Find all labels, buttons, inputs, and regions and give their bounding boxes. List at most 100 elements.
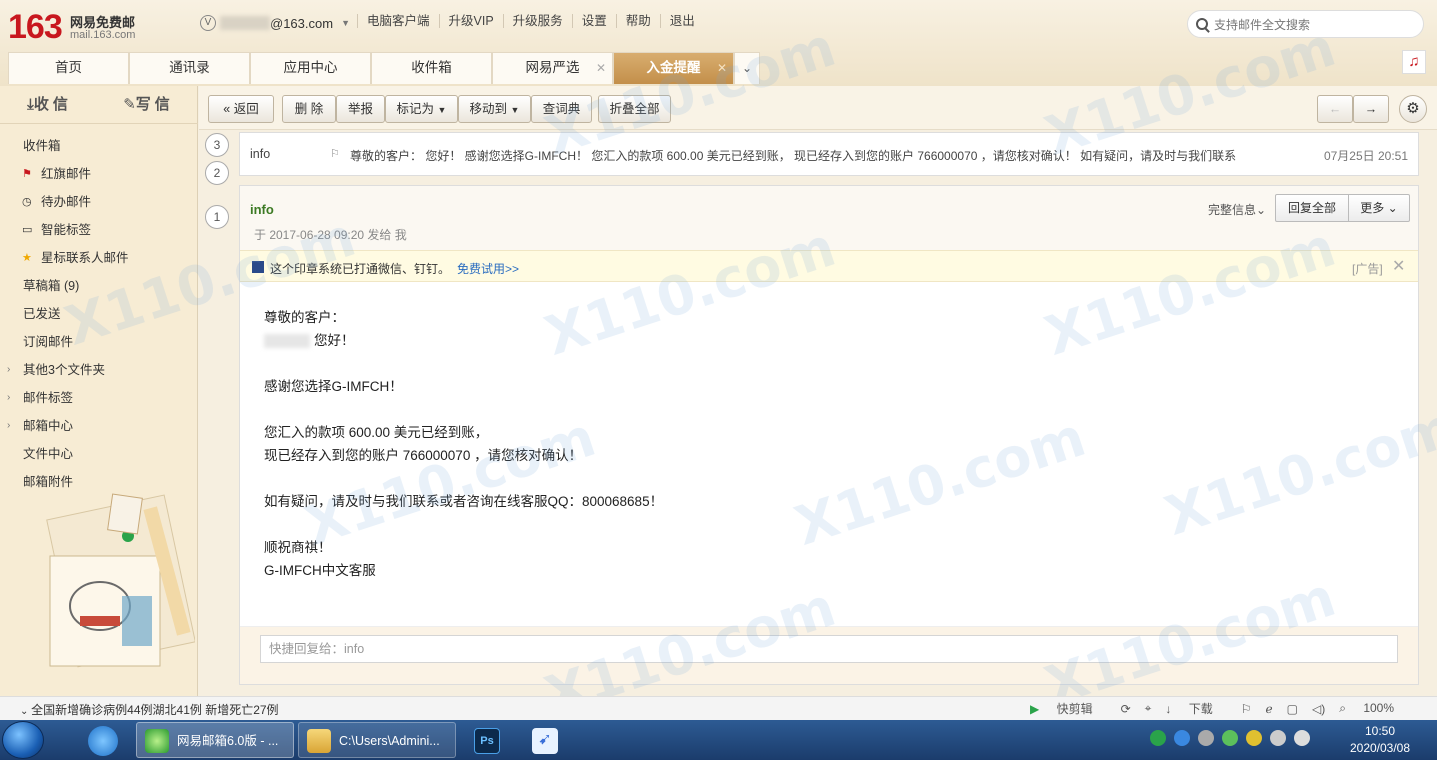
nav-upgrade-vip[interactable]: 升级VIP [438, 14, 503, 28]
music-icon[interactable]: ♫ [1402, 50, 1426, 74]
nav-logout[interactable]: 退出 [659, 14, 704, 28]
back-button[interactable]: « 返回 [208, 95, 274, 123]
tray-display-icon[interactable] [1294, 730, 1310, 746]
tab-more-chevron-icon[interactable]: ⌄ [734, 52, 760, 84]
mail-thread: 3 2 1 info ⚐ 尊敬的客户： 您好！ 感谢您选择G-IMFCH！ 您汇… [199, 130, 1437, 696]
zoom-level[interactable]: ⌕ 100% [1339, 701, 1408, 716]
sidebar-item-sent[interactable]: 已发送 [0, 300, 198, 328]
thread-index-1[interactable]: 1 [205, 205, 229, 229]
quick-reply-input[interactable]: 快捷回复给：info [260, 635, 1398, 663]
mail-body: 尊敬的客户： 您好！ 感谢您选择G-IMFCH！ 您汇入的款项 600.00 美… [264, 306, 1364, 582]
ie-taskbar-icon[interactable] [78, 722, 130, 758]
system-tray [1150, 730, 1318, 746]
prev-arrow-icon[interactable]: ← [1317, 95, 1353, 123]
ad-link[interactable]: 免费试用>> [457, 260, 519, 277]
chevron-right-icon: › [7, 392, 11, 403]
nav-settings[interactable]: 设置 [571, 14, 616, 28]
news-ticker[interactable]: ⌄ 全国新增确诊病例44例湖北41例 新增死亡27例 [20, 701, 279, 718]
down-arrow-icon: ↓ [1165, 702, 1172, 716]
sidebar-item-file-center[interactable]: 文件中心 [0, 440, 198, 468]
photoshop-taskbar-icon[interactable]: Ps [462, 722, 514, 758]
flag-icon[interactable]: ⚐ [1241, 702, 1252, 716]
ad-logo-icon [252, 261, 264, 273]
sidebar-item-mail-tags[interactable]: › 邮件标签 [0, 384, 198, 412]
close-icon[interactable]: ✕ [1392, 256, 1405, 276]
hello-line: 您好！ [264, 329, 1364, 352]
sidebar-item-drafts[interactable]: 草稿箱 (9) [0, 272, 198, 300]
tab-deposit-alert[interactable]: 入金提醒 ✕ [613, 52, 734, 84]
tray-sogou-icon[interactable] [1150, 730, 1166, 746]
logo-domain: mail.163.com [70, 29, 136, 41]
search-placeholder: 支持邮件全文搜索 [1214, 17, 1311, 32]
chevron-down-icon: ⌄ [20, 706, 32, 717]
windows-taskbar: 网易邮箱6.0版 - ... C:\Users\Admini... Ps ➹ 1… [0, 720, 1437, 760]
tab-contacts[interactable]: 通讯录 [129, 52, 250, 84]
ie-icon[interactable]: ℯ [1266, 702, 1273, 716]
top-header: 163 网易免费邮 mail.163.com V @163.com ▼ 电脑客户… [0, 0, 1437, 86]
row-sender: info [250, 147, 271, 161]
bird-app-taskbar-icon[interactable]: ➹ [520, 722, 572, 758]
window-icon[interactable]: ▢ [1287, 702, 1298, 716]
sidebar-item-starred[interactable]: ★ 星标联系人邮件 [0, 244, 198, 272]
volume-icon[interactable]: ◁) [1312, 702, 1325, 716]
close-icon[interactable]: ✕ [596, 53, 606, 83]
nav-help[interactable]: 帮助 [615, 14, 660, 28]
tray-360-icon[interactable] [1222, 730, 1238, 746]
play-icon: ▶ [1030, 702, 1040, 716]
sidebar-item-other-folders[interactable]: › 其他3个文件夹 [0, 356, 198, 384]
full-info-link[interactable]: 完整信息⌄ [1208, 201, 1266, 218]
tray-network-icon[interactable] [1198, 730, 1214, 746]
report-button[interactable]: 举报 [336, 95, 385, 123]
start-button[interactable] [2, 721, 44, 759]
sidebar-item-mail-center[interactable]: › 邮箱中心 [0, 412, 198, 440]
nav-client[interactable]: 电脑客户端 [357, 14, 439, 28]
sidebar-item-smart-tags[interactable]: ▭ 智能标签 [0, 216, 198, 244]
delete-button[interactable]: 删 除 [282, 95, 336, 123]
tab-home[interactable]: 首页 [8, 52, 129, 84]
sidebar-item-inbox[interactable]: 收件箱 [0, 132, 198, 160]
chevron-down-icon: ⌄ [1387, 201, 1398, 215]
logo-number[interactable]: 163 [8, 8, 63, 47]
tab-apps[interactable]: 应用中心 [250, 52, 371, 84]
tray-shield-icon[interactable] [1246, 730, 1262, 746]
pin-icon[interactable]: ⌖ [1145, 701, 1152, 716]
tab-inbox[interactable]: 收件箱 [371, 52, 492, 84]
gear-icon[interactable]: ⚙ [1399, 95, 1427, 123]
mark-as-button[interactable]: 标记为 ▼ [385, 95, 458, 123]
account-menu[interactable]: V @163.com ▼ [200, 14, 350, 32]
receive-button[interactable]: ⤓收信 [0, 86, 99, 123]
sender-name[interactable]: info [250, 202, 274, 217]
compose-button[interactable]: ✎写信 [99, 86, 198, 123]
close-icon[interactable]: ✕ [717, 53, 727, 83]
thread-index-3[interactable]: 3 [205, 133, 229, 157]
sidebar-item-subscriptions[interactable]: 订阅邮件 [0, 328, 198, 356]
taskbar-clock[interactable]: 10:50 2020/03/08 [1330, 723, 1430, 757]
collapsed-mail-row[interactable]: info ⚐ 尊敬的客户： 您好！ 感谢您选择G-IMFCH！ 您汇入的款项 6… [239, 132, 1419, 176]
taskbar-explorer-window[interactable]: C:\Users\Admini... [298, 722, 456, 758]
greeting: 尊敬的客户： [264, 310, 345, 325]
thread-index-2[interactable]: 2 [205, 161, 229, 185]
taskbar-mail-window[interactable]: 网易邮箱6.0版 - ... [136, 722, 294, 758]
clip-button[interactable]: ▶ 快剪辑 [1030, 700, 1107, 717]
search-input[interactable]: 支持邮件全文搜索 [1187, 10, 1424, 38]
compose-bar: ⤓收信 ✎写信 [0, 86, 198, 124]
reply-all-button[interactable]: 回复全部 [1275, 194, 1349, 222]
move-to-button[interactable]: 移动到 ▼ [458, 95, 531, 123]
more-button[interactable]: 更多 ⌄ [1348, 194, 1410, 222]
dictionary-button[interactable]: 查词典 [531, 95, 592, 123]
sidebar-item-flagged[interactable]: ⚑ 红旗邮件 [0, 160, 198, 188]
next-arrow-icon[interactable]: → [1353, 95, 1389, 123]
signature: G-IMFCH中文客服 [264, 563, 376, 578]
tab-yanxuan[interactable]: 网易严选 ✕ [492, 52, 613, 84]
sidebar-item-todo[interactable]: ◷ 待办邮件 [0, 188, 198, 216]
download-button[interactable]: ↓ 下载 [1165, 700, 1226, 717]
tray-app-icon[interactable] [1174, 730, 1190, 746]
flag-icon[interactable]: ⚐ [330, 147, 340, 160]
status-tools: ▶ 快剪辑 ⟳ ⌖ ↓ 下载 ⚐ ℯ ▢ ◁) ⌕ 100% [1030, 700, 1422, 717]
chevron-down-icon: ▼ [510, 105, 520, 115]
collapse-all-button[interactable]: 折叠全部 [598, 95, 671, 123]
tray-volume-icon[interactable] [1270, 730, 1286, 746]
account-email: @163.com [270, 15, 334, 31]
refresh-icon[interactable]: ⟳ [1121, 702, 1131, 716]
nav-upgrade-service[interactable]: 升级服务 [502, 14, 572, 28]
